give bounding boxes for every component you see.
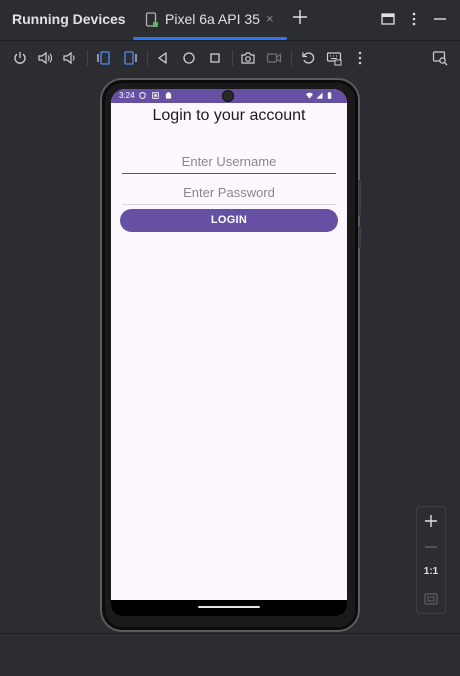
tab-label: Pixel 6a API 35 xyxy=(165,11,260,27)
home-icon[interactable] xyxy=(181,50,197,66)
back-icon[interactable] xyxy=(155,50,171,66)
more-vertical-icon[interactable] xyxy=(406,11,422,27)
toolbar-separator xyxy=(232,50,233,66)
toolbar-separator xyxy=(291,50,292,66)
battery-saver-icon xyxy=(165,92,172,99)
bottom-bar xyxy=(0,633,460,676)
device-toolbar xyxy=(0,40,460,76)
device-tab-icon xyxy=(145,12,158,27)
password-field[interactable] xyxy=(122,180,336,205)
panel-title: Running Devices xyxy=(12,11,126,27)
volume-down-icon[interactable] xyxy=(62,50,78,66)
signal-icon xyxy=(316,92,323,99)
login-title: Login to your account xyxy=(152,107,306,124)
status-time: 3:24 xyxy=(119,91,135,100)
plus-icon[interactable] xyxy=(291,8,309,26)
window-icon[interactable] xyxy=(380,11,396,27)
tab-pixel-6a[interactable]: Pixel 6a API 35 × xyxy=(133,0,287,40)
device-explorer-icon[interactable] xyxy=(432,50,448,66)
screen-record-icon[interactable] xyxy=(266,50,282,66)
phone-power-button xyxy=(358,180,361,216)
login-button[interactable]: LOGIN xyxy=(120,209,338,232)
notification-icon xyxy=(152,92,159,99)
front-camera xyxy=(222,90,234,102)
device-screen[interactable]: 3:24 Login to your account LOGIN xyxy=(111,89,347,616)
battery-icon xyxy=(327,92,332,99)
zoom-actual-size[interactable]: 1:1 xyxy=(417,566,445,577)
phone-volume-button xyxy=(358,226,361,248)
rotate-right-icon[interactable] xyxy=(122,50,138,66)
reset-icon[interactable] xyxy=(300,50,316,66)
overview-icon[interactable] xyxy=(207,50,223,66)
fit-screen-icon[interactable] xyxy=(423,591,439,607)
volume-up-icon[interactable] xyxy=(37,50,53,66)
navigation-bar xyxy=(111,600,347,616)
zoom-controls: 1:1 xyxy=(416,506,446,614)
keyboard-icon[interactable] xyxy=(326,50,342,66)
toolbar-separator xyxy=(87,50,88,66)
panel-header: Running Devices Pixel 6a API 35 × xyxy=(0,0,460,40)
username-field[interactable] xyxy=(122,149,336,174)
rotate-left-icon[interactable] xyxy=(96,50,112,66)
close-icon[interactable]: × xyxy=(266,11,274,26)
gesture-handle[interactable] xyxy=(198,606,260,608)
minimize-icon[interactable] xyxy=(432,11,448,27)
wifi-icon xyxy=(306,92,313,99)
power-icon[interactable] xyxy=(12,50,28,66)
toolbar-separator xyxy=(147,50,148,66)
more-vertical-icon[interactable] xyxy=(352,50,368,66)
camera-icon[interactable] xyxy=(240,50,256,66)
zoom-in-icon[interactable] xyxy=(423,513,439,529)
zoom-out-icon[interactable] xyxy=(423,539,439,555)
shield-icon xyxy=(139,92,146,99)
